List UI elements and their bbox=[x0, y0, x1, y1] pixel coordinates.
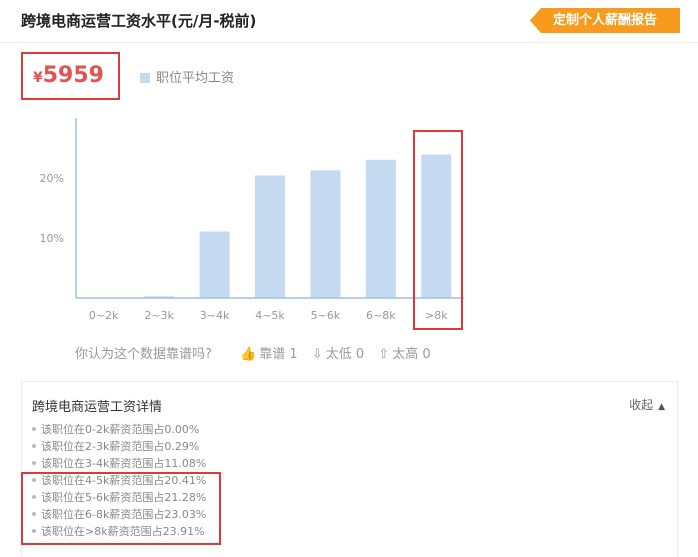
highlight-box-top-bracket bbox=[413, 130, 463, 330]
bullet-icon bbox=[32, 444, 36, 448]
salary-amount: 5959 bbox=[42, 63, 104, 88]
list-item: 该职位在0-2k薪资范围占0.00% bbox=[32, 421, 206, 438]
collapse-button[interactable]: 收起 ▲ bbox=[629, 396, 665, 413]
reliable-count: 1 bbox=[289, 347, 298, 362]
too-high-button[interactable]: ⇧ 太高 0 bbox=[378, 343, 430, 362]
arrow-up-icon: ⇧ bbox=[378, 347, 390, 362]
x-tick-label: 5~6k bbox=[311, 309, 341, 322]
feedback-row: 你认为这个数据靠谱吗? 👍 靠谱 1 ⇩ 太低 0 ⇧ 太高 0 bbox=[75, 343, 441, 362]
list-item-text: 该职位在3-4k薪资范围占11.08% bbox=[41, 457, 207, 470]
feedback-question: 你认为这个数据靠谱吗? bbox=[75, 347, 212, 362]
y-tick-label: 10% bbox=[40, 232, 64, 245]
too-low-count: 0 bbox=[355, 347, 365, 362]
detail-title: 跨境电商运营工资详情 bbox=[32, 400, 163, 415]
collapse-label: 收起 bbox=[629, 398, 654, 412]
x-tick-label: 3~4k bbox=[200, 309, 230, 322]
too-high-label: 太高 bbox=[392, 347, 419, 362]
legend-swatch bbox=[140, 73, 150, 83]
triangle-up-icon: ▲ bbox=[658, 402, 665, 412]
legend-label: 职位平均工资 bbox=[156, 71, 235, 86]
bar-6~8k bbox=[365, 159, 396, 298]
x-tick-label: 0~2k bbox=[89, 309, 119, 322]
bullet-icon bbox=[32, 461, 36, 465]
list-item: 该职位在2-3k薪资范围占0.29% bbox=[32, 438, 206, 455]
chart-legend: 职位平均工资 bbox=[140, 67, 234, 86]
salary-distribution-chart: 10%20%0~2k 2~3k 3~4k 4~5k 5~6k 6~8k >8k bbox=[40, 118, 464, 322]
bar-5~6k bbox=[310, 170, 341, 298]
list-item-text: 该职位在2-3k薪资范围占0.29% bbox=[41, 440, 200, 453]
list-item-text: 该职位在0-2k薪资范围占0.00% bbox=[41, 423, 200, 436]
thumbs-up-icon: 👍 bbox=[240, 347, 257, 362]
too-high-count: 0 bbox=[422, 347, 431, 362]
section-title: 跨境电商运营工资水平(元/月-税前) bbox=[21, 12, 257, 30]
list-item: 该职位在3-4k薪资范围占11.08% bbox=[32, 455, 206, 472]
y-tick-label: 20% bbox=[40, 172, 64, 185]
highlight-box-list bbox=[21, 472, 221, 545]
custom-report-button[interactable]: 定制个人薪酬报告 bbox=[530, 8, 680, 33]
section-header: 跨境电商运营工资水平(元/月-税前) 定制个人薪酬报告 bbox=[0, 0, 698, 43]
average-salary: ¥5959 bbox=[33, 63, 104, 88]
x-tick-label: 2~3k bbox=[144, 309, 174, 322]
too-low-label: 太低 bbox=[325, 347, 352, 362]
currency-symbol: ¥ bbox=[33, 70, 43, 86]
reliable-button[interactable]: 👍 靠谱 1 bbox=[240, 343, 298, 362]
bar-3~4k bbox=[199, 231, 230, 298]
arrow-down-icon: ⇩ bbox=[311, 347, 323, 362]
bar-4~5k bbox=[255, 175, 285, 298]
too-low-button[interactable]: ⇩ 太低 0 bbox=[312, 343, 364, 362]
reliable-label: 靠谱 bbox=[259, 347, 286, 362]
x-tick-label: 6~8k bbox=[366, 309, 396, 322]
salary-highlight-box: ¥5959 bbox=[21, 52, 120, 100]
x-tick-label: 4~5k bbox=[255, 309, 285, 322]
bullet-icon bbox=[32, 427, 36, 431]
